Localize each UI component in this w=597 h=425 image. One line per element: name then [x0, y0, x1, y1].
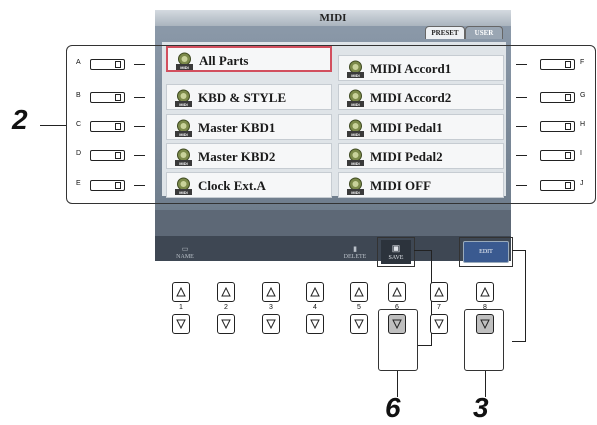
connector-line: [134, 97, 145, 98]
callout-step-2: 2: [12, 104, 28, 135]
down-button-7[interactable]: [430, 314, 448, 334]
name-button-label: NAME: [176, 254, 194, 260]
side-label-h: H: [580, 121, 586, 128]
button-number-label: 6: [395, 304, 399, 311]
up-button-7[interactable]: [430, 282, 448, 302]
up-arrow-icon: [480, 287, 490, 297]
side-label-c: C: [76, 121, 82, 128]
button-number-label: 5: [357, 304, 361, 311]
name-button[interactable]: ▭ NAME: [168, 242, 202, 260]
side-label-d: D: [76, 150, 82, 157]
side-button-j[interactable]: [540, 180, 575, 191]
delete-button-label: DELETE: [343, 254, 367, 260]
down-arrow-icon: [266, 319, 276, 329]
side-label-f: F: [580, 59, 585, 66]
side-label-b: B: [76, 92, 81, 99]
callout-step-3: 3: [473, 392, 489, 423]
side-button-e[interactable]: [90, 180, 125, 191]
side-label-g: G: [580, 92, 586, 99]
up-arrow-icon: [434, 287, 444, 297]
up-arrow-icon: [392, 287, 402, 297]
connector-line: [516, 97, 527, 98]
up-arrow-icon: [354, 287, 364, 297]
save-button[interactable]: ▣ SAVE: [381, 240, 411, 264]
screen-title: MIDI: [155, 10, 511, 26]
callout-line: [414, 250, 432, 252]
button-number-label: 3: [269, 304, 273, 311]
up-arrow-icon: [310, 287, 320, 297]
function-bar: [155, 210, 511, 236]
down-button-6[interactable]: [388, 314, 406, 334]
up-arrow-icon: [176, 287, 186, 297]
connector-line: [134, 126, 145, 127]
side-button-d[interactable]: [90, 150, 125, 161]
connector-line: [134, 155, 145, 156]
down-arrow-icon: [392, 319, 402, 329]
up-button-3[interactable]: [262, 282, 280, 302]
tab-preset[interactable]: PRESET: [425, 26, 465, 39]
button-number-label: 4: [313, 304, 317, 311]
up-button-2[interactable]: [217, 282, 235, 302]
down-arrow-icon: [310, 319, 320, 329]
connector-line: [134, 64, 145, 65]
side-button-h[interactable]: [540, 121, 575, 132]
connector-line: [516, 64, 527, 65]
save-button-label: SAVE: [388, 255, 404, 261]
down-arrow-icon: [354, 319, 364, 329]
callout-line: [525, 250, 527, 342]
side-label-a: A: [76, 59, 81, 66]
down-button-8[interactable]: [476, 314, 494, 334]
side-buttons-frame: [66, 45, 596, 204]
down-button-5[interactable]: [350, 314, 368, 334]
callout-line: [418, 345, 432, 347]
save-disk-icon: ▣: [391, 243, 401, 253]
up-button-8[interactable]: [476, 282, 494, 302]
delete-button[interactable]: ▮ DELETE: [337, 242, 373, 260]
edit-button[interactable]: EDIT: [463, 241, 509, 263]
up-button-4[interactable]: [306, 282, 324, 302]
side-button-a[interactable]: [90, 59, 125, 70]
side-button-i[interactable]: [540, 150, 575, 161]
down-button-3[interactable]: [262, 314, 280, 334]
side-button-b[interactable]: [90, 92, 125, 103]
side-label-i: I: [580, 150, 582, 157]
button-number-label: 1: [179, 304, 183, 311]
button-number-label: 7: [437, 304, 441, 311]
down-arrow-icon: [434, 319, 444, 329]
side-button-g[interactable]: [540, 92, 575, 103]
button-number-label: 8: [483, 304, 487, 311]
button-number-label: 2: [224, 304, 228, 311]
down-button-2[interactable]: [217, 314, 235, 334]
tab-user[interactable]: USER: [465, 26, 503, 39]
callout-step-6: 6: [385, 392, 401, 423]
up-arrow-icon: [221, 287, 231, 297]
down-arrow-icon: [480, 319, 490, 329]
down-arrow-icon: [221, 319, 231, 329]
up-arrow-icon: [266, 287, 276, 297]
connector-line: [516, 185, 527, 186]
connector-line: [516, 155, 527, 156]
down-button-1[interactable]: [172, 314, 190, 334]
side-button-c[interactable]: [90, 121, 125, 132]
callout-line: [512, 250, 526, 252]
up-button-6[interactable]: [388, 282, 406, 302]
up-button-1[interactable]: [172, 282, 190, 302]
side-label-j: J: [580, 180, 584, 187]
callout-line: [40, 125, 66, 127]
side-label-e: E: [76, 180, 81, 187]
connector-line: [134, 185, 145, 186]
down-arrow-icon: [176, 319, 186, 329]
down-button-4[interactable]: [306, 314, 324, 334]
callout-line: [512, 341, 526, 343]
connector-line: [516, 126, 527, 127]
side-button-f[interactable]: [540, 59, 575, 70]
function-strip: [155, 236, 511, 261]
up-button-5[interactable]: [350, 282, 368, 302]
